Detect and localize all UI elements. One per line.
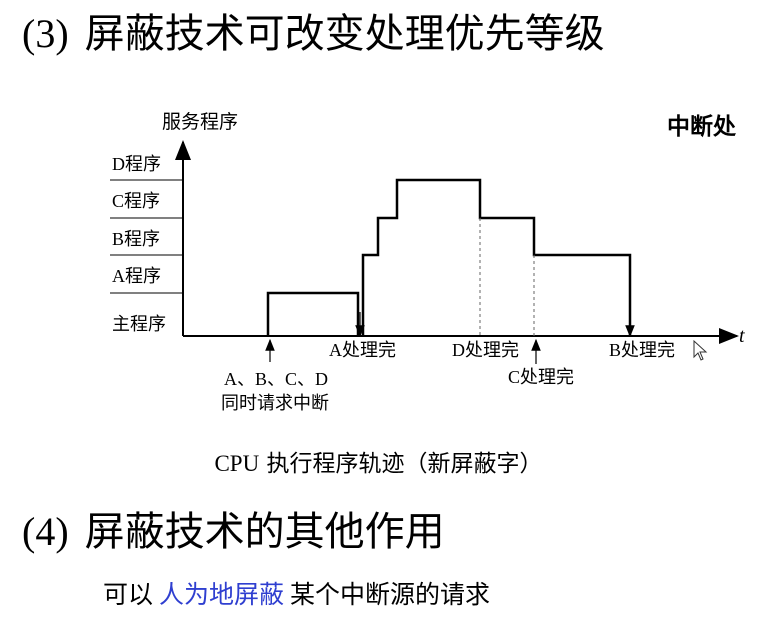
- body-text: 可以 人为地屏蔽 某个中断源的请求: [103, 579, 490, 611]
- body-before: 可以: [103, 580, 154, 609]
- label-b-done: B处理完: [609, 340, 675, 360]
- label-request-line1: A、B、C、D: [224, 369, 328, 389]
- x-axis-label: t: [739, 325, 745, 347]
- level-label-d: D程序: [112, 154, 161, 174]
- y-axis-label: 服务程序: [162, 111, 238, 133]
- label-request-line2: 同时请求中断: [221, 393, 329, 413]
- caption-text: 执行程序轨迹（新屏蔽字）: [266, 451, 543, 477]
- label-c-done: C处理完: [508, 367, 574, 387]
- mouse-pointer-icon: [693, 339, 708, 361]
- heading-other-uses: (4) 屏蔽技术的其他作用: [22, 508, 445, 556]
- heading-text: 屏蔽技术的其他作用: [84, 509, 445, 555]
- level-label-main: 主程序: [112, 314, 166, 334]
- program-trace-diagram: 服务程序 t D程序 C程序 B程序 A程序 主程序 A处理完 D处理完 C处理…: [110, 111, 745, 413]
- trace-a-block: [266, 291, 360, 336]
- trace-main-path: [361, 178, 632, 336]
- level-label-b: B程序: [112, 229, 160, 249]
- body-after: 某个中断源的请求: [290, 580, 491, 609]
- label-d-done: D处理完: [452, 340, 519, 360]
- diagram-caption: CPU 执行程序轨迹（新屏蔽字）: [0, 448, 757, 480]
- body-highlight: 人为地屏蔽: [159, 580, 285, 609]
- label-a-done: A处理完: [329, 340, 396, 360]
- heading-number: (4): [22, 509, 69, 554]
- caption-cpu: CPU: [214, 451, 260, 476]
- level-label-c: C程序: [112, 191, 160, 211]
- level-label-a: A程序: [112, 266, 161, 286]
